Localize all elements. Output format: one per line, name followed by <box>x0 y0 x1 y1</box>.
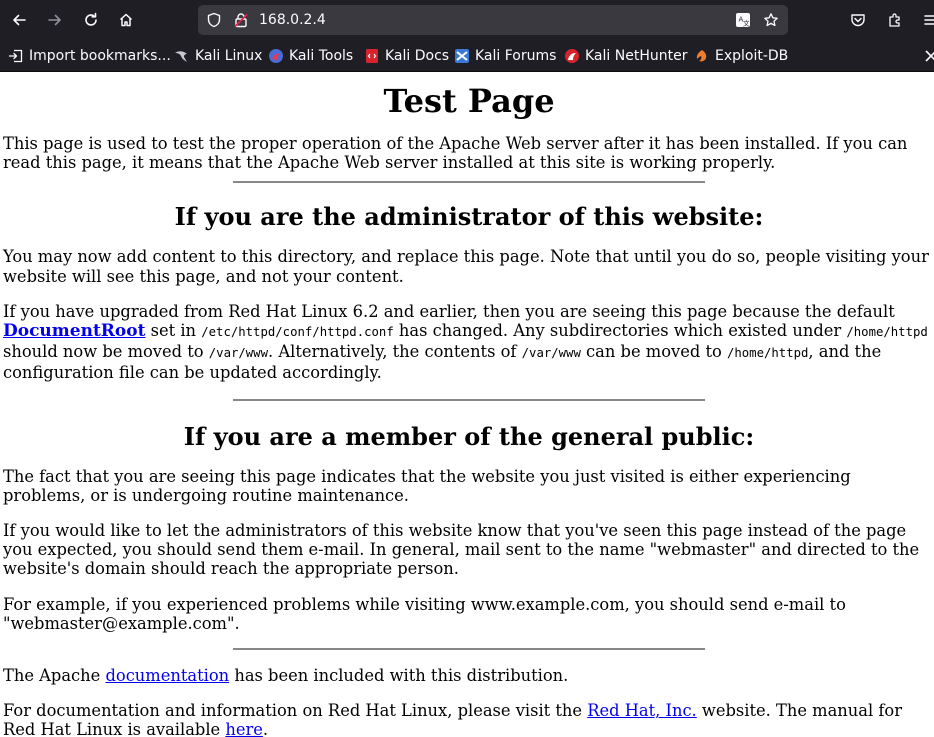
bookmark-kali-docs[interactable]: Kali Docs <box>364 47 449 65</box>
page-body: Test Page This page is used to test the … <box>0 82 934 737</box>
divider <box>233 398 705 401</box>
text: If you have upgraded from Red Hat Linux … <box>3 301 895 321</box>
code-path: /etc/httpd/conf/httpd.conf <box>201 325 394 340</box>
bookmark-kali-forums[interactable]: Kali Forums <box>454 47 556 65</box>
translate-icon[interactable]: A文 <box>735 12 751 28</box>
extensions-button[interactable] <box>882 7 908 33</box>
kali-nethunter-icon <box>564 48 580 64</box>
browser-toolbar: 168.0.2.4 A文 <box>0 0 934 41</box>
public-paragraph-3: For example, if you experienced problems… <box>3 594 846 633</box>
intro-paragraph: This page is used to test the proper ope… <box>3 134 908 173</box>
puzzle-icon <box>889 13 900 27</box>
bookmark-label: Kali Tools <box>289 48 354 64</box>
exploit-db-icon <box>694 48 710 64</box>
text: . Alternatively, the contents of <box>268 342 522 362</box>
page-title: Test Page <box>383 82 555 120</box>
browser-chrome: 168.0.2.4 A文 Import bookmarks... Kali Li… <box>0 0 934 72</box>
text: can be moved to <box>580 342 727 362</box>
bookmark-label: Kali Linux <box>195 48 263 64</box>
bookmark-label: Kali Docs <box>385 48 450 64</box>
bookmark-import[interactable]: Import bookmarks... <box>8 47 171 65</box>
text: set in <box>145 321 202 341</box>
bookmarks-toolbar: Import bookmarks... Kali Linux Kali Tool… <box>0 41 934 72</box>
bookmark-kali-linux[interactable]: Kali Linux <box>174 47 262 65</box>
kali-forums-icon <box>454 48 470 64</box>
close-icon <box>925 50 934 62</box>
home-button[interactable] <box>113 7 139 33</box>
manual-here-link[interactable]: here <box>225 720 263 737</box>
reload-button[interactable] <box>78 7 104 33</box>
arrow-right-icon <box>48 14 61 26</box>
import-icon <box>8 48 24 64</box>
forward-button[interactable] <box>42 7 68 33</box>
back-button[interactable] <box>6 7 32 33</box>
arrow-left-icon <box>13 14 26 26</box>
admin-heading: If you are the administrator of this web… <box>174 202 764 232</box>
bookmark-kali-tools[interactable]: Kali Tools <box>268 47 353 65</box>
admin-paragraph-2: If you have upgraded from Red Hat Linux … <box>3 302 934 383</box>
page-viewport: Test Page This page is used to test the … <box>0 72 934 737</box>
kali-dragon-icon <box>174 48 190 64</box>
code-path: /var/www <box>208 346 268 361</box>
admin-paragraph-1: You may now add content to this director… <box>3 247 929 286</box>
text: has changed. Any subdirectories which ex… <box>393 321 847 341</box>
text: The Apache <box>3 666 106 686</box>
kali-tools-icon <box>268 48 284 64</box>
menu-button[interactable] <box>918 7 934 33</box>
text: . <box>262 720 269 737</box>
bookmark-label: Kali NetHunter <box>585 48 688 64</box>
bookmark-label: Exploit-DB <box>715 48 789 64</box>
pocket-icon <box>851 14 865 27</box>
bookmark-kali-nethunter[interactable]: Kali NetHunter <box>564 47 687 65</box>
bookmarks-overflow-button[interactable] <box>922 46 934 66</box>
public-paragraph-1: The fact that you are seeing this page i… <box>3 466 851 505</box>
hamburger-menu-icon <box>924 15 934 25</box>
insecure-lock-icon[interactable] <box>233 12 249 28</box>
footer-paragraph-2: For documentation and information on Red… <box>3 701 934 737</box>
documentation-link[interactable]: documentation <box>105 666 229 685</box>
footer-paragraph-1: The Apache documentation has been includ… <box>3 666 934 685</box>
bookmark-label: Kali Forums <box>475 48 557 64</box>
bookmark-exploit-db[interactable]: Exploit-DB <box>694 47 788 65</box>
address-bar[interactable]: 168.0.2.4 A文 <box>198 5 788 35</box>
divider <box>233 648 705 651</box>
redhat-link[interactable]: Red Hat, Inc. <box>587 701 697 720</box>
text: For documentation and information on Red… <box>3 701 588 721</box>
bookmark-star-icon[interactable] <box>763 12 779 28</box>
bookmark-label: Import bookmarks... <box>29 48 171 64</box>
home-icon <box>119 13 133 27</box>
text: should now be moved to <box>3 342 209 362</box>
divider <box>233 181 705 184</box>
public-paragraph-2: If you would like to let the administrat… <box>3 521 920 579</box>
reload-icon <box>85 12 97 26</box>
code-path: /home/httpd <box>846 325 928 340</box>
code-path: /var/www <box>521 346 581 361</box>
documentroot-link[interactable]: DocumentRoot <box>3 321 145 341</box>
url-text[interactable]: 168.0.2.4 <box>259 11 326 29</box>
shield-icon[interactable] <box>206 12 222 28</box>
pocket-button[interactable] <box>845 7 871 33</box>
public-heading: If you are a member of the general publi… <box>183 421 755 451</box>
text: has been included with this distribution… <box>229 666 569 686</box>
kali-docs-icon <box>364 48 380 64</box>
code-path: /home/httpd <box>726 346 809 361</box>
svg-text:文: 文 <box>743 19 750 28</box>
